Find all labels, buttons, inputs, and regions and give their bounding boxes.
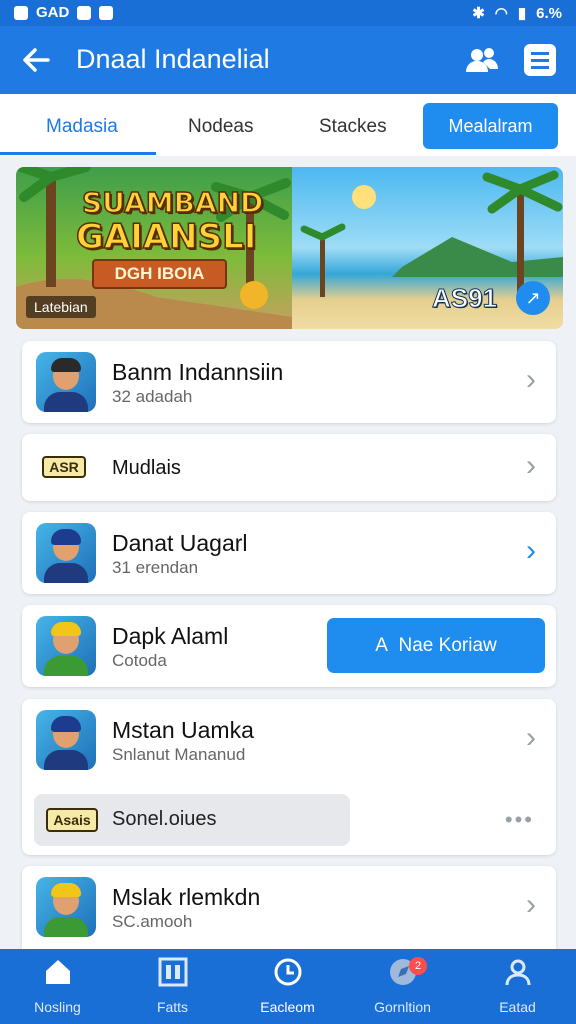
- app-notification-icon-2: [99, 5, 114, 20]
- item-subtitle: SC.amooh: [112, 912, 193, 931]
- app-notification-icon: [77, 5, 92, 20]
- item-name: Mstan Uamka: [112, 717, 254, 743]
- player-avatar: [36, 352, 96, 412]
- page-title: Dnaal Indanelial: [76, 44, 270, 74]
- app-bar: Dnaal Indanelial: [0, 26, 576, 94]
- pill-logo: Asais: [46, 808, 98, 832]
- banner-jungle-art: SUAMBAND GAIANSLI DGH IBOIA Latebian: [16, 167, 292, 329]
- back-icon[interactable]: [18, 42, 54, 78]
- banner-subtitle: DGH IBOIA: [92, 259, 227, 289]
- bottom-navigation: Nosling Fatts Eacleom 2 Gornltion Eatad: [0, 949, 576, 1024]
- banner-title-line2: GAIANSLI: [75, 216, 257, 258]
- banner-badge: Latebian: [26, 296, 96, 318]
- item-name: Banm Indannsiin: [112, 359, 284, 385]
- item-name: Dapk Alaml: [112, 623, 229, 649]
- tab-madasia[interactable]: Madasia: [46, 116, 118, 138]
- list-item[interactable]: Mslak rlemkdn SC.amooh ›: [22, 866, 556, 956]
- item-name: Mslak rlemkdn: [112, 884, 261, 910]
- chevron-right-icon[interactable]: ›: [526, 449, 536, 483]
- clock-icon: [273, 957, 303, 987]
- list-item[interactable]: ASR Mudlais ›: [22, 434, 556, 501]
- player-avatar: [36, 523, 96, 583]
- nav-label: Gornltion: [374, 999, 431, 1015]
- list-item[interactable]: Dapk Alaml Cotoda A Nae Koriaw: [22, 605, 556, 687]
- nav-gornltion[interactable]: 2 Gornltion: [345, 957, 460, 1015]
- nav-label: Eacleom: [260, 999, 315, 1015]
- status-left-text: GAD: [36, 4, 70, 21]
- list-menu-icon[interactable]: [522, 42, 558, 78]
- sub-item-pill[interactable]: Asais Sonel.oiues: [34, 794, 350, 846]
- nav-label: Eatad: [499, 999, 536, 1015]
- list-item[interactable]: Mstan Uamka Snlanut Mananud › Asais Sone…: [22, 699, 556, 855]
- game-banner[interactable]: SUAMBAND GAIANSLI DGH IBOIA Latebian AS9…: [16, 167, 563, 329]
- battery-text: 6.%: [536, 4, 562, 22]
- item-name: Danat Uagarl: [112, 530, 248, 556]
- brand-logo: ASR: [42, 456, 86, 478]
- list-item[interactable]: Danat Uagarl 31 erendan ›: [22, 512, 556, 594]
- signal-icon: ▮: [517, 5, 527, 22]
- share-icon[interactable]: ↗: [516, 281, 550, 315]
- banner-title-line1: SUAMBAND: [81, 185, 264, 220]
- tab-action-button[interactable]: Mealalram: [423, 103, 558, 149]
- nav-fatts[interactable]: Fatts: [115, 957, 230, 1015]
- nav-eatad[interactable]: Eatad: [460, 957, 575, 1015]
- user-icon: [503, 957, 533, 987]
- notification-badge: 2: [409, 957, 427, 975]
- wifi-icon: ◠: [494, 5, 508, 22]
- bluetooth-icon: ✱: [472, 5, 485, 22]
- item-subtitle: 32 adadah: [112, 387, 193, 406]
- grid-icon: [158, 957, 188, 987]
- more-options-icon[interactable]: •••: [505, 807, 534, 833]
- tab-nodeas[interactable]: Nodeas: [188, 116, 254, 138]
- nav-eacleom[interactable]: Eacleom: [230, 957, 345, 1015]
- people-icon[interactable]: [464, 42, 500, 78]
- player-avatar: [36, 616, 96, 676]
- status-bar: GAD ✱ ◠ ▮ 6.%: [0, 0, 576, 26]
- player-avatar: [36, 710, 96, 770]
- tab-stackes[interactable]: Stackes: [319, 116, 387, 138]
- chevron-right-icon[interactable]: ›: [526, 534, 536, 568]
- item-subtitle: Snlanut Mananud: [112, 745, 246, 764]
- notification-icon: [14, 5, 28, 20]
- item-subtitle: Cotoda: [112, 651, 167, 670]
- pill-text: Sonel.oiues: [112, 808, 217, 830]
- chevron-right-icon[interactable]: ›: [526, 363, 536, 397]
- banner-score: AS91: [431, 283, 498, 314]
- nav-label: Nosling: [34, 999, 81, 1015]
- active-tab-indicator: [0, 152, 156, 155]
- chevron-right-icon[interactable]: ›: [526, 721, 536, 755]
- list-item[interactable]: Banm Indannsiin 32 adadah ›: [22, 341, 556, 423]
- nav-home[interactable]: Nosling: [0, 957, 115, 1015]
- player-avatar: [36, 877, 96, 937]
- review-button[interactable]: A Nae Koriaw: [327, 618, 545, 673]
- item-subtitle: 31 erendan: [112, 558, 199, 577]
- button-label: Nae Koriaw: [398, 635, 497, 656]
- button-prefix: A: [375, 635, 388, 656]
- chevron-right-icon[interactable]: ›: [526, 888, 536, 922]
- home-icon: [43, 957, 73, 987]
- nav-label: Fatts: [156, 999, 189, 1015]
- item-name: Mudlais: [112, 457, 181, 479]
